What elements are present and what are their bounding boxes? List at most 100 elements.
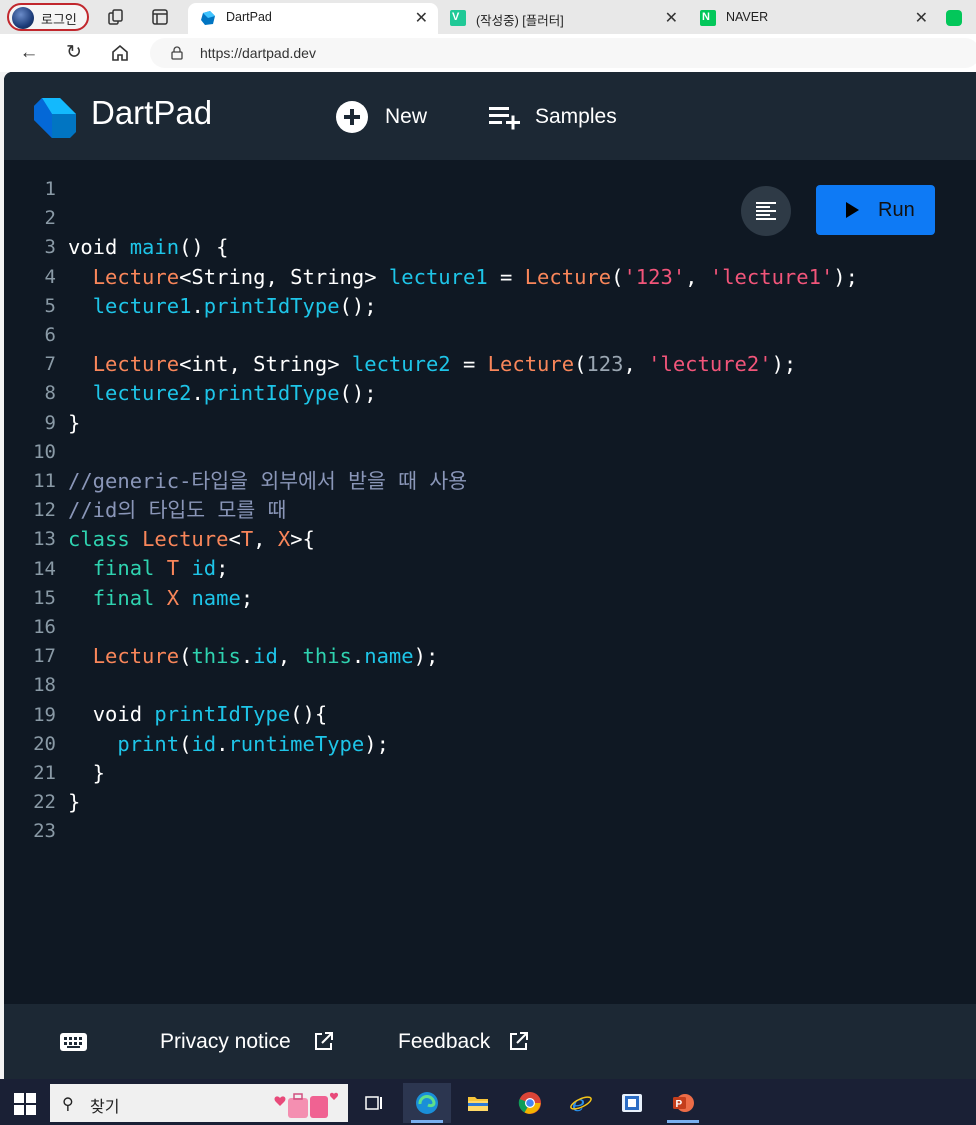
code-line[interactable]: //generic-타입을 외부에서 받을 때 사용 bbox=[68, 467, 858, 496]
feedback-link[interactable]: Feedback bbox=[398, 1030, 490, 1054]
tab-title: DartPad bbox=[226, 10, 272, 24]
code-token: printIdType bbox=[203, 293, 340, 318]
code-token: 'lecture1' bbox=[709, 264, 834, 289]
code-token: . bbox=[216, 731, 229, 756]
code-text[interactable]: void main() { Lecture<String, String> le… bbox=[68, 175, 858, 846]
code-line[interactable]: lecture1.printIdType(); bbox=[68, 292, 858, 321]
code-token: = bbox=[450, 352, 488, 377]
code-line[interactable]: print(id.runtimeType); bbox=[68, 730, 858, 759]
profile-button[interactable]: 로그인 bbox=[7, 3, 89, 31]
code-token: id bbox=[191, 556, 217, 581]
tab-close-icon[interactable]: ✕ bbox=[415, 8, 428, 28]
code-line[interactable]: } bbox=[68, 788, 858, 817]
line-number: 15 bbox=[33, 586, 56, 609]
code-line[interactable]: Lecture<String, String> lecture1 = Lectu… bbox=[68, 263, 858, 292]
file-explorer-button[interactable] bbox=[454, 1083, 502, 1123]
code-line[interactable]: void main() { bbox=[68, 233, 858, 262]
tab-title: NAVER bbox=[726, 10, 769, 24]
task-view-button[interactable] bbox=[350, 1083, 398, 1123]
privacy-notice-link[interactable]: Privacy notice bbox=[160, 1030, 291, 1054]
code-token: 'lecture2' bbox=[648, 352, 772, 377]
code-token: ; bbox=[240, 585, 254, 610]
code-token: ( bbox=[611, 264, 624, 289]
code-line[interactable]: final X name; bbox=[68, 584, 858, 613]
line-number: 5 bbox=[44, 294, 56, 317]
format-align-icon bbox=[756, 202, 776, 220]
open-in-new-icon[interactable] bbox=[508, 1031, 529, 1052]
keyboard-icon[interactable] bbox=[60, 1033, 87, 1051]
tab-velog[interactable]: V (작성중) [플러터] ✕ bbox=[438, 3, 688, 34]
code-token: ; bbox=[216, 556, 229, 581]
code-token: runtimeType bbox=[228, 731, 365, 756]
powerpoint-button[interactable]: P bbox=[659, 1083, 707, 1123]
new-button-label: New bbox=[385, 105, 428, 128]
windows-start-icon[interactable] bbox=[14, 1093, 36, 1115]
dart-favicon-icon bbox=[201, 11, 215, 25]
code-token: , bbox=[253, 527, 278, 552]
code-line[interactable] bbox=[68, 613, 858, 642]
tab-naver[interactable]: N NAVER ✕ bbox=[688, 3, 938, 34]
tab-close-icon[interactable]: ✕ bbox=[665, 8, 678, 28]
code-editor[interactable]: 1 2 3 4 5 6 7 8 9 10 11 12 13 14 15 16 17 18 19 20 21 22 23 vo… bbox=[4, 160, 976, 1004]
code-token: } bbox=[68, 789, 81, 814]
format-button[interactable] bbox=[741, 186, 791, 236]
code-line[interactable] bbox=[68, 671, 858, 700]
back-arrow-icon[interactable]: ← bbox=[18, 42, 40, 64]
code-line[interactable]: lecture2.printIdType(); bbox=[68, 379, 858, 408]
code-line[interactable]: //id의 타입도 모를 때 bbox=[68, 496, 858, 525]
taskbar-search[interactable]: ⚲ 찾기 bbox=[50, 1084, 348, 1122]
code-line[interactable]: Lecture(this.id, this.name); bbox=[68, 642, 858, 671]
code-line[interactable]: Lecture<int, String> lecture2 = Lecture(… bbox=[68, 350, 858, 379]
code-token: final bbox=[92, 585, 167, 610]
code-line[interactable] bbox=[68, 175, 858, 204]
tab-actions-icon[interactable] bbox=[151, 8, 169, 26]
tab-close-icon[interactable]: ✕ bbox=[915, 8, 928, 28]
code-token: >{ bbox=[290, 527, 315, 552]
code-token: } bbox=[68, 410, 81, 435]
lock-icon[interactable] bbox=[170, 46, 184, 60]
profile-label: 로그인 bbox=[41, 12, 77, 27]
code-line[interactable] bbox=[68, 817, 858, 846]
code-line[interactable] bbox=[68, 321, 858, 350]
code-token: . bbox=[191, 381, 204, 406]
code-line[interactable]: final T id; bbox=[68, 554, 858, 583]
tab-partial[interactable] bbox=[938, 3, 976, 34]
line-number: 9 bbox=[44, 411, 56, 434]
code-token: . bbox=[240, 644, 254, 668]
code-token: < bbox=[228, 527, 241, 552]
app-bar: DartPad New Samples bbox=[4, 72, 976, 160]
code-line[interactable] bbox=[68, 438, 858, 467]
powerpoint-icon: P bbox=[673, 1094, 694, 1112]
code-token: this bbox=[191, 644, 241, 668]
code-line[interactable]: class Lecture<T, X>{ bbox=[68, 525, 858, 554]
folder-icon bbox=[468, 1097, 488, 1111]
internet-explorer-button[interactable]: e bbox=[557, 1083, 605, 1123]
chrome-button[interactable] bbox=[506, 1083, 554, 1123]
tab-dartpad[interactable]: DartPad ✕ bbox=[188, 3, 438, 34]
code-line[interactable]: } bbox=[68, 409, 858, 438]
code-line[interactable] bbox=[68, 204, 858, 233]
store-app-button[interactable] bbox=[608, 1083, 656, 1123]
collections-icon[interactable] bbox=[107, 8, 125, 26]
edge-taskbar-button[interactable] bbox=[403, 1083, 451, 1123]
home-icon[interactable] bbox=[110, 43, 130, 63]
code-line[interactable]: } bbox=[68, 759, 858, 788]
search-highlight-icon bbox=[274, 1092, 339, 1118]
open-in-new-icon[interactable] bbox=[313, 1031, 334, 1052]
code-token: lecture2 bbox=[351, 352, 451, 377]
code-token: (); bbox=[339, 381, 377, 406]
code-token: lecture1 bbox=[92, 293, 192, 318]
run-button[interactable]: Run bbox=[816, 185, 935, 235]
code-token: this bbox=[302, 644, 352, 668]
code-token: ( bbox=[179, 731, 192, 756]
line-number: 21 bbox=[33, 762, 56, 785]
code-line[interactable]: void printIdType(){ bbox=[68, 700, 858, 729]
code-token: lecture1 bbox=[388, 264, 488, 289]
code-token: void bbox=[92, 702, 155, 727]
refresh-icon[interactable]: ↻ bbox=[63, 42, 85, 64]
url-field[interactable]: https://dartpad.dev bbox=[150, 38, 976, 68]
code-token: name bbox=[191, 585, 241, 610]
